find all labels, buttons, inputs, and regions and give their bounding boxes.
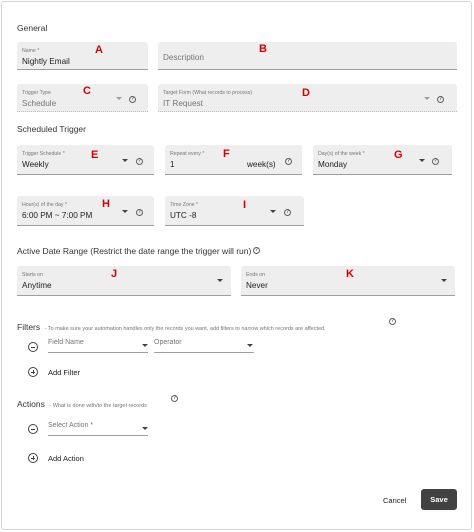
actions-help-icon[interactable]: ? [171,395,178,402]
target-form-chevron-down-icon [424,97,430,100]
add-action-label: Add Action [48,454,84,463]
marker-c: C [83,85,91,97]
select-action-select[interactable]: Select Action * [48,422,148,436]
repeat-every-value: 1 [170,160,175,169]
marker-f: F [223,148,230,160]
description-placeholder: Description [163,53,204,62]
marker-g: G [394,149,403,161]
filters-hint: - To make sure your automation handles o… [44,326,326,332]
section-scheduled-trigger-title: Scheduled Trigger [17,124,86,134]
ends-on-value: Never [246,281,268,290]
trigger-schedule-help-icon[interactable]: ? [136,158,143,165]
cancel-button[interactable]: Cancel [383,496,406,505]
starts-on-field[interactable]: Starts on Anytime [17,266,231,296]
active-date-range-help-icon[interactable]: ? [253,247,260,254]
add-action-button[interactable]: Add Action [28,453,108,465]
repeat-every-label: Repeat every * [170,151,205,157]
trigger-schedule-value: Weekly [22,160,49,169]
hours-of-day-chevron-down-icon [122,210,128,213]
ends-on-label: Ends on [246,272,266,278]
section-active-date-range-title: Active Date Range (Restrict the date ran… [17,246,252,256]
trigger-type-chevron-down-icon [116,97,122,100]
hours-of-day-label: Hour(s) of the day * [22,202,67,208]
operator-placeholder: Operator [154,339,182,346]
add-filter-button[interactable]: Add Filter [28,367,108,379]
days-of-week-help-icon[interactable]: ? [432,158,439,165]
marker-j: J [111,268,118,280]
time-zone-value: UTC -8 [170,211,197,220]
section-actions-title: Actions [17,399,45,409]
description-field[interactable]: Description [158,42,457,70]
trigger-schedule-field[interactable]: Trigger Schedule * Weekly ? [17,145,154,175]
operator-chevron-down-icon [247,344,253,347]
add-action-plus-icon [28,453,38,463]
name-field-value: Nightly Email [22,57,70,66]
target-form-help-icon[interactable]: ? [437,96,444,103]
add-filter-label: Add Filter [48,368,81,377]
hours-of-day-field[interactable]: Hour(s) of the day * 6:00 PM ~ 7:00 PM ? [17,196,154,226]
section-filters-title: Filters [17,322,41,332]
trigger-type-help-icon[interactable]: ? [129,96,136,103]
days-of-week-chevron-down-icon [419,159,425,162]
marker-i: I [243,199,247,211]
days-of-week-label: Day(s) of the week * [318,151,365,157]
marker-d: D [302,87,310,99]
starts-on-chevron-down-icon [217,279,223,282]
hours-of-day-value: 6:00 PM ~ 7:00 PM [22,211,93,220]
field-name-select[interactable]: Field Name [48,339,148,353]
trigger-schedule-chevron-down-icon [122,159,128,162]
marker-b: B [259,43,267,55]
ends-on-chevron-down-icon [441,279,447,282]
repeat-every-unit: week(s) [247,160,276,169]
filters-header: Filters - To make sure your automation h… [17,317,326,335]
remove-filter-icon[interactable] [28,342,38,352]
target-form-value: IT Request [163,99,203,108]
name-field-label: Name * [22,48,40,54]
trigger-type-label: Trigger Type [22,90,51,96]
time-zone-chevron-down-icon [270,210,276,213]
time-zone-field[interactable]: Time Zone * UTC -8 ? [165,196,304,226]
section-general-title: General [17,23,48,33]
actions-header: Actions - What is done with/to the targe… [17,394,147,412]
time-zone-label: Time Zone * [170,202,199,208]
select-action-chevron-down-icon [142,427,148,430]
marker-a: A [95,44,103,56]
remove-action-icon[interactable] [28,424,38,434]
save-button[interactable]: Save [421,489,457,510]
name-field[interactable]: Name * Nightly Email [17,42,148,70]
hours-of-day-help-icon[interactable]: ? [136,209,143,216]
days-of-week-value: Monday [318,160,348,169]
add-filter-plus-icon [28,367,38,377]
repeat-every-field[interactable]: Repeat every * 1 week(s) ? [165,145,302,175]
filters-help-icon[interactable]: ? [389,318,396,325]
starts-on-value: Anytime [22,281,52,290]
marker-h: H [102,198,110,210]
target-form-label: Target Form (What records to process) [163,90,253,96]
trigger-schedule-label: Trigger Schedule * [22,151,65,157]
repeat-every-help-icon[interactable]: ? [285,158,292,165]
marker-k: K [346,268,354,280]
time-zone-help-icon[interactable]: ? [284,209,291,216]
trigger-type-value: Schedule [22,99,57,108]
actions-hint: - What is done with/to the target record… [49,403,147,409]
marker-e: E [91,149,99,161]
field-name-chevron-down-icon [142,344,148,347]
select-action-placeholder: Select Action * [48,422,94,429]
starts-on-label: Starts on [22,272,43,278]
field-name-placeholder: Field Name [48,339,84,346]
operator-select[interactable]: Operator [154,339,254,353]
days-of-week-field[interactable]: Day(s) of the week * Monday ? [313,145,452,175]
